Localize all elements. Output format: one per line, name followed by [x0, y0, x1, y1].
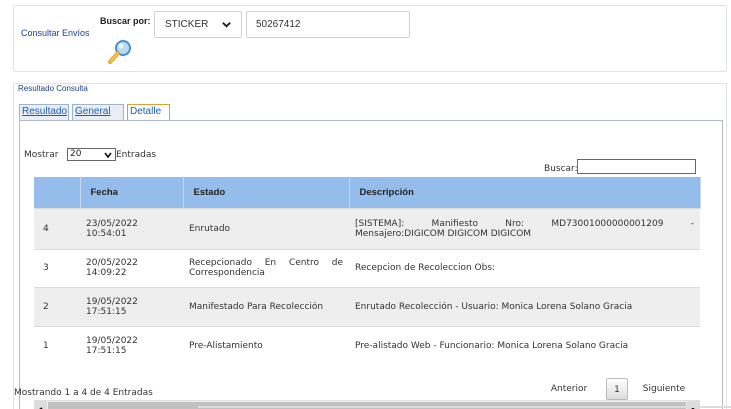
table-row: 3 20/05/2022 14:09:22 Recepcionado En Ce… [34, 248, 700, 287]
search-magnifier-icon[interactable] [106, 38, 134, 66]
table-info-text: Mostrando 1 a 4 de 4 Entradas [14, 388, 153, 398]
search-type-select[interactable]: STICKER [154, 11, 242, 38]
tab-general[interactable]: General [72, 104, 124, 120]
filter-label: Buscar: [544, 164, 578, 174]
search-query-input[interactable]: 50267412 [246, 11, 410, 38]
row-descripcion: Enrutado Recolección - Usuario: Monica L… [349, 286, 700, 326]
page-length-select[interactable]: 20 [67, 148, 116, 161]
pager-next-button[interactable]: Siguiente [637, 378, 691, 400]
pager-previous-button[interactable]: Anterior [545, 378, 593, 400]
pagination: Anterior 1 Siguiente [545, 378, 695, 400]
scroll-left-button[interactable] [34, 401, 47, 409]
bottom-divider [198, 406, 731, 408]
search-panel: Consultar Envíos Buscar por: STICKER 502… [13, 5, 727, 72]
column-header-number[interactable] [34, 177, 81, 208]
row-number: 2 [34, 286, 80, 326]
row-descripcion: [SISTEMA]: Manifiesto Nro: MD73001000000… [349, 207, 700, 249]
result-title: Resultado Consulta [18, 84, 88, 93]
chevron-down-icon [222, 22, 231, 28]
table-row: 4 23/05/2022 10:54:01 Enrutado [SISTEMA]… [34, 207, 700, 249]
consult-envios-label: Consultar Envíos [21, 28, 90, 38]
search-by-label: Buscar por: [100, 16, 151, 26]
row-estado: Pre-Alistamiento [183, 325, 349, 366]
tab-resultado[interactable]: Resultado [19, 104, 69, 120]
row-fecha: 19/05/2022 17:51:15 [80, 325, 183, 366]
pager-page-1-button[interactable]: 1 [606, 378, 628, 400]
row-number: 4 [34, 207, 80, 249]
row-descripcion: Pre-alistado Web - Funcionario: Monica L… [349, 325, 700, 366]
page-length-value: 20 [70, 149, 82, 159]
row-descripcion-line2: Mensajero:DIGICOM DIGICOM DIGICOM [355, 228, 532, 239]
chevron-down-icon [104, 152, 112, 159]
table-row: 1 19/05/2022 17:51:15 Pre-Alistamiento P… [34, 325, 700, 366]
row-fecha: 19/05/2022 17:51:15 [80, 286, 183, 326]
row-estado: Manifestado Para Recolección [183, 286, 349, 326]
row-number: 3 [34, 248, 80, 287]
length-suffix-label: Entradas [116, 150, 157, 160]
column-header-descripcion[interactable]: Descripción [349, 177, 701, 208]
row-descripcion: Recepcion de Recoleccion Obs: [349, 248, 700, 287]
row-number: 1 [34, 325, 80, 366]
table-row: 2 19/05/2022 17:51:15 Manifestado Para R… [34, 286, 700, 326]
row-descripcion-line1: [SISTEMA]: Manifiesto Nro: MD73001000000… [355, 218, 694, 229]
result-panel: Resultado Consulta Resultado General Det… [13, 83, 727, 409]
row-estado-text: Recepcionado En Centro de Correspondenci… [189, 258, 343, 278]
tab-detalle[interactable]: Detalle [127, 104, 170, 120]
row-fecha: 23/05/2022 10:54:01 [80, 207, 183, 249]
length-prefix-label: Mostrar [24, 150, 59, 160]
row-fecha: 20/05/2022 14:09:22 [80, 248, 183, 287]
column-header-fecha[interactable]: Fecha [80, 177, 184, 208]
search-type-value: STICKER [165, 19, 209, 30]
row-estado: Recepcionado En Centro de Correspondenci… [183, 248, 349, 287]
table-header-row: Fecha Estado Descripción [34, 177, 701, 208]
tab-content-detalle: Mostrar 20 Entradas Buscar: Fecha Estado [19, 120, 723, 409]
tracking-table: Fecha Estado Descripción 4 23/05/2022 10… [34, 177, 701, 366]
row-estado: Enrutado [183, 207, 349, 249]
filter-input[interactable] [577, 159, 696, 174]
column-header-estado[interactable]: Estado [183, 177, 350, 208]
